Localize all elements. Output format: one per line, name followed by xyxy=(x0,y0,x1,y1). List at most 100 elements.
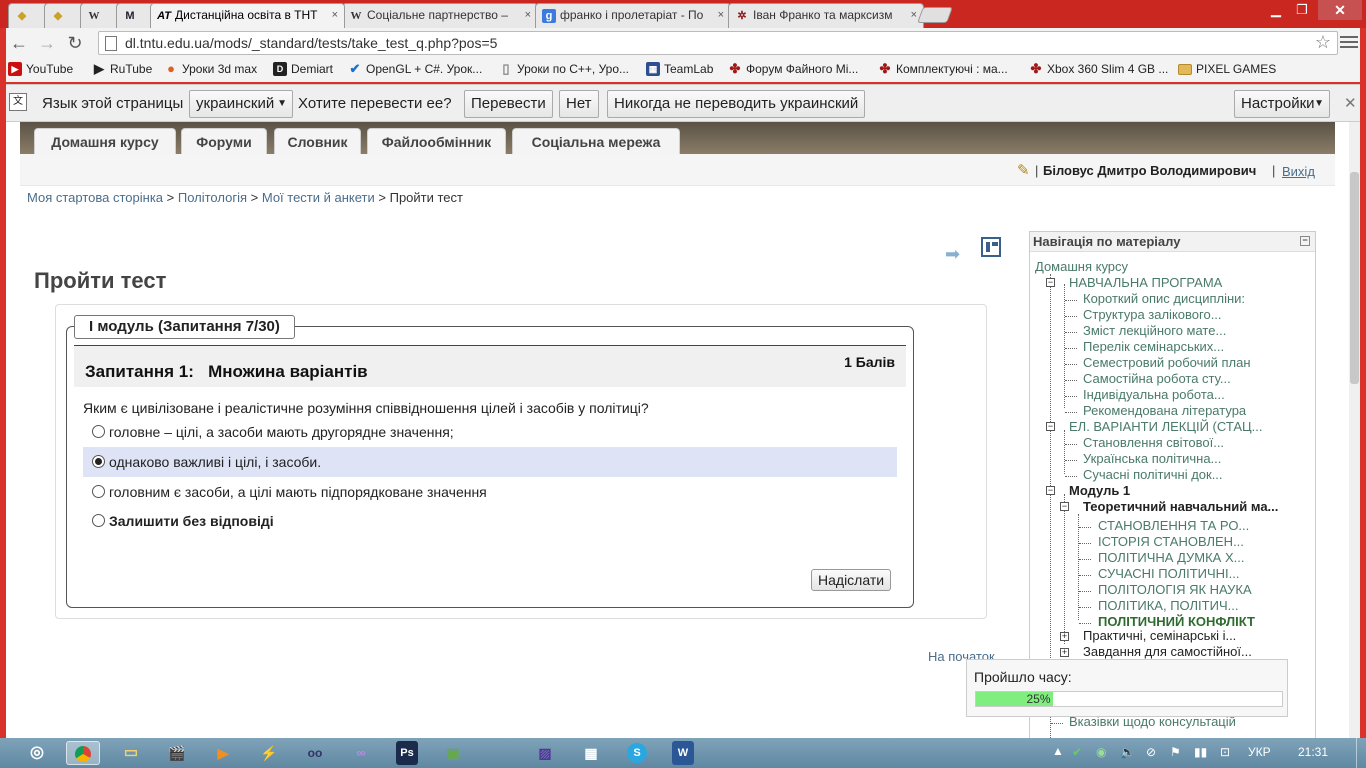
tab-pinned-2[interactable]: ◆ xyxy=(44,3,84,28)
window-close-button[interactable]: ✕ xyxy=(1318,0,1362,20)
answer-option-3[interactable]: головним є засоби, а цілі мають підпоряд… xyxy=(83,477,897,507)
nav-item[interactable]: Структура залікового... xyxy=(1083,307,1222,322)
tab-google-search[interactable]: g франко і пролетаріат - По × xyxy=(535,3,731,28)
nav-item[interactable]: СТАНОВЛЕННЯ ТА РО... xyxy=(1098,518,1249,533)
nav-course-home[interactable]: Домашня курсу xyxy=(1035,259,1128,274)
explorer-icon[interactable]: ▭ xyxy=(114,741,148,765)
nav-item[interactable]: ПОЛІТОЛОГІЯ ЯК НАУКА xyxy=(1098,582,1252,597)
nav-item[interactable]: ПОЛІТИЧНА ДУМКА Х... xyxy=(1098,550,1244,565)
tab-active-course[interactable]: AT Дистанційна освіта в ТНТ × xyxy=(150,3,345,28)
bookmark-forum[interactable]: ✤ Форум Файного Мі... xyxy=(728,62,859,77)
glasses-icon[interactable]: oo xyxy=(298,741,332,765)
translate-button[interactable]: Перевести xyxy=(464,90,553,118)
submit-button[interactable]: Надіслати xyxy=(811,569,892,591)
nav-item[interactable]: Практичні, семінарські і... xyxy=(1083,628,1236,643)
minimize-icon[interactable]: ▁ xyxy=(1264,2,1288,18)
bookmark-3dmax[interactable]: ● Уроки 3d max xyxy=(164,62,257,77)
tab-file-storage[interactable]: Файлообмінник xyxy=(367,128,506,154)
tab-social-network[interactable]: Соціальна мережа xyxy=(512,128,680,154)
collapse-icon[interactable]: − xyxy=(1060,502,1069,511)
app-icon[interactable]: ▨ xyxy=(528,741,562,765)
nav-item-current[interactable]: ПОЛІТИЧНИЙ КОНФЛІКТ xyxy=(1098,614,1255,629)
clock[interactable]: 21:31 xyxy=(1298,745,1328,759)
never-translate-button[interactable]: Никогда не переводить украинский xyxy=(607,90,866,118)
collapse-icon[interactable]: − xyxy=(1046,422,1055,431)
tray-app-icon[interactable]: ◉ xyxy=(1096,745,1106,759)
nav-item[interactable]: Становлення світової... xyxy=(1083,435,1224,450)
bookmark-teamlab[interactable]: ▦ TeamLab xyxy=(646,62,713,76)
nav-item[interactable]: Завдання для самостійної... xyxy=(1083,644,1252,659)
nav-item[interactable]: Сучасні політичні док... xyxy=(1083,467,1223,482)
tray-shield-icon[interactable]: ✔ xyxy=(1072,745,1082,759)
chrome-taskbar-icon[interactable] xyxy=(66,741,100,765)
radio-button[interactable] xyxy=(92,514,105,527)
reload-icon[interactable]: ↻ xyxy=(64,32,86,54)
address-bar[interactable]: dl.tntu.edu.ua/mods/_standard/tests/take… xyxy=(98,31,1338,55)
vertical-scrollbar[interactable] xyxy=(1349,122,1360,738)
flag-icon[interactable]: ⚑ xyxy=(1170,745,1181,759)
new-tab-button[interactable] xyxy=(917,7,953,23)
close-icon[interactable]: ✕ xyxy=(1344,94,1357,112)
breadcrumb-tests[interactable]: Мої тести й анкети xyxy=(262,190,375,205)
collapse-icon[interactable]: − xyxy=(1046,278,1055,287)
breadcrumb-course[interactable]: Політологія xyxy=(178,190,247,205)
volume-icon[interactable]: 🔈 xyxy=(1120,745,1135,759)
tray-app-icon[interactable]: ⊘ xyxy=(1146,745,1156,759)
answer-option-skip[interactable]: Залишити без відповіді xyxy=(83,506,897,536)
tool-icon[interactable]: ▣ xyxy=(436,741,470,765)
media-icon[interactable]: 🎬 xyxy=(160,741,194,765)
nav-item[interactable]: Індивідуальна робота... xyxy=(1083,387,1225,402)
tab-course-home[interactable]: Домашня курсу xyxy=(34,128,176,154)
bookmark-demiart[interactable]: D Demiart xyxy=(273,62,333,76)
nav-item[interactable]: НАВЧАЛЬНА ПРОГРАМА xyxy=(1069,275,1222,290)
scrollbar-thumb[interactable] xyxy=(1350,172,1359,384)
tray-app-icon[interactable]: ⊡ xyxy=(1220,745,1230,759)
answer-option-1[interactable]: головне – цілі, а засоби мають другорядн… xyxy=(83,417,897,447)
nav-item[interactable]: Короткий опис дисципліни: xyxy=(1083,291,1245,306)
show-desktop-button[interactable] xyxy=(1356,738,1366,768)
forward-icon[interactable]: → xyxy=(36,32,58,54)
close-icon[interactable]: × xyxy=(329,4,338,27)
nav-item[interactable]: ПОЛІТИКА, ПОЛІТИЧ... xyxy=(1098,598,1238,613)
nav-item[interactable]: Рекомендована література xyxy=(1083,403,1246,418)
skype-icon[interactable]: S xyxy=(627,743,647,763)
nav-item[interactable]: ЕЛ. ВАРІАНТИ ЛЕКЦІЙ (СТАЦ... xyxy=(1069,419,1262,434)
nav-item[interactable]: СУЧАСНІ ПОЛІТИЧНІ... xyxy=(1098,566,1240,581)
no-button[interactable]: Нет xyxy=(559,90,599,118)
breadcrumb-start-page[interactable]: Моя стартова сторінка xyxy=(27,190,163,205)
tray-expand-icon[interactable]: ▲ xyxy=(1052,744,1064,758)
arrow-right-icon[interactable]: ➡ xyxy=(945,244,960,265)
radio-button[interactable] xyxy=(92,455,105,468)
bookmark-star-icon[interactable]: ☆ xyxy=(1315,32,1331,53)
nav-item[interactable]: Теоретичний навчальний ма... xyxy=(1083,499,1278,514)
expand-icon[interactable]: + xyxy=(1060,648,1069,657)
tab-glossary[interactable]: Словник xyxy=(274,128,361,154)
logout-link[interactable]: Вихід xyxy=(1282,164,1315,179)
network-icon[interactable]: ▮▮ xyxy=(1194,745,1207,759)
bookmark-cpp[interactable]: ▯ Уроки по C++, Уро... xyxy=(499,62,629,77)
layout-toggle-icon[interactable] xyxy=(981,237,1001,257)
nav-item[interactable]: Семестровий робочий план xyxy=(1083,355,1251,370)
bookmark-opengl[interactable]: ✔ OpenGL + C#. Урок... xyxy=(348,62,483,77)
nav-item[interactable]: ІСТОРІЯ СТАНОВЛЕН... xyxy=(1098,534,1244,549)
tab-forums[interactable]: Форуми xyxy=(181,128,267,154)
maximize-icon[interactable]: ❐ xyxy=(1290,2,1314,18)
bookmark-components[interactable]: ✤ Комплектуючі : ма... xyxy=(878,62,1008,77)
radio-button[interactable] xyxy=(92,425,105,438)
language-select[interactable]: украинский ▼ xyxy=(189,90,293,118)
bookmark-folder-pixel-games[interactable]: PIXEL GAMES xyxy=(1178,62,1276,76)
bookmark-youtube[interactable]: ▶ YouTube xyxy=(8,62,73,76)
app-icon[interactable]: ⚡ xyxy=(252,741,286,765)
collapse-icon[interactable]: − xyxy=(1300,236,1310,246)
bookmark-xbox[interactable]: ✤ Xbox 360 Slim 4 GB ... xyxy=(1029,62,1169,77)
calculator-icon[interactable]: ▦ xyxy=(574,741,608,765)
nav-item[interactable]: Перелік семінарських... xyxy=(1083,339,1224,354)
start-button[interactable]: ◎ xyxy=(22,741,52,765)
tab-pinned-1[interactable]: ◆ xyxy=(8,3,48,28)
nav-item[interactable]: Самостійна робота сту... xyxy=(1083,371,1231,386)
visual-studio-icon[interactable]: ∞ xyxy=(344,741,378,765)
photoshop-icon[interactable]: Ps xyxy=(396,741,418,765)
close-icon[interactable]: × xyxy=(908,4,917,27)
collapse-icon[interactable]: − xyxy=(1046,486,1055,495)
close-icon[interactable]: × xyxy=(522,4,531,27)
